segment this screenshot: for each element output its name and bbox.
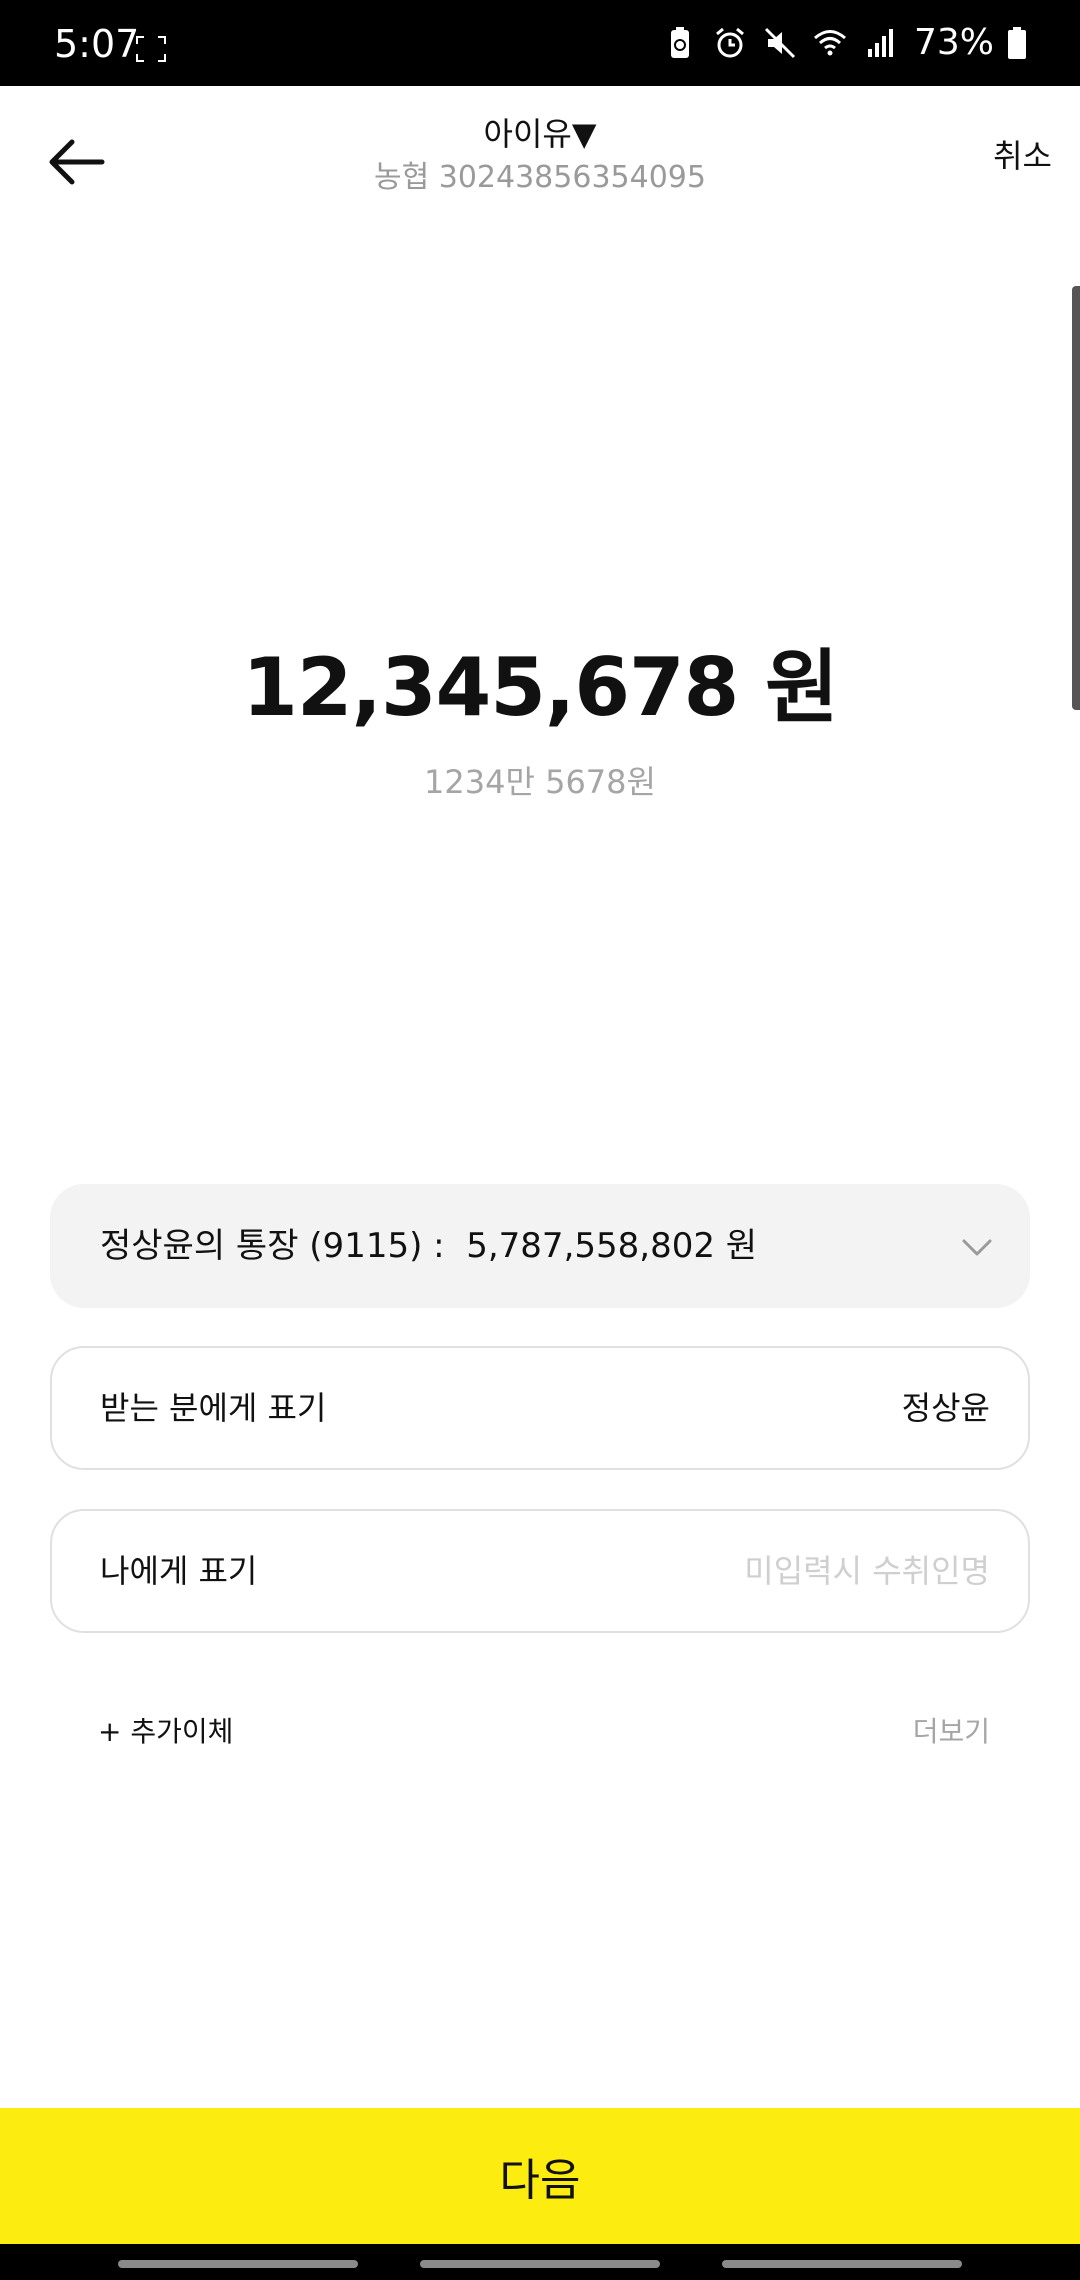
my-display-field[interactable]: 나에게 표기 [50,1509,1030,1633]
mute-icon [764,27,796,59]
recipient-account: 농협 30243856354095 [374,160,706,195]
more-link[interactable]: 더보기 [913,1712,990,1752]
status-bar: 5:07 73% [0,0,1080,86]
status-time: 5:07 [54,22,140,66]
screenshot-icon [136,36,166,62]
navigation-bar [0,2244,1080,2280]
battery-percent: 73% [913,22,994,63]
chevron-down-icon [962,1239,992,1256]
battery-saver-icon [670,27,689,58]
transfer-amount[interactable]: 12,345,678 원 [0,640,1080,736]
back-arrow-icon [49,139,105,185]
my-display-input[interactable] [570,1541,990,1601]
back-button[interactable] [40,126,112,198]
nav-back-handle[interactable] [722,2260,962,2268]
alarm-icon [716,27,744,58]
wifi-icon [814,30,846,56]
next-button[interactable]: 다음 [0,2108,1080,2244]
nav-recents-handle[interactable] [118,2260,358,2268]
status-icons: 73% [662,20,1026,66]
signal-icon [867,29,893,57]
cancel-button[interactable]: 취소 [993,134,1052,178]
recipient-display-value[interactable]: 정상윤 [902,1386,990,1430]
from-account-label: 정상윤의 통장 (9115) : 5,787,558,802 원 [100,1226,758,1266]
recipient-selector[interactable]: 아이유▼ 농협 30243856354095 [240,114,840,198]
battery-icon [1008,27,1026,59]
transfer-amount-korean: 1234만 5678원 [424,763,656,801]
add-transfer-link[interactable]: + 추가이체 [98,1712,233,1752]
from-account-select[interactable]: 정상윤의 통장 (9115) : 5,787,558,802 원 [50,1184,1030,1308]
recipient-display-label: 받는 분에게 표기 [100,1389,327,1427]
nav-home-handle[interactable] [420,2260,660,2268]
recipient-display-field[interactable]: 받는 분에게 표기 정상윤 [50,1346,1030,1470]
my-display-label: 나에게 표기 [100,1552,258,1590]
recipient-name[interactable]: 아이유▼ [484,114,597,154]
